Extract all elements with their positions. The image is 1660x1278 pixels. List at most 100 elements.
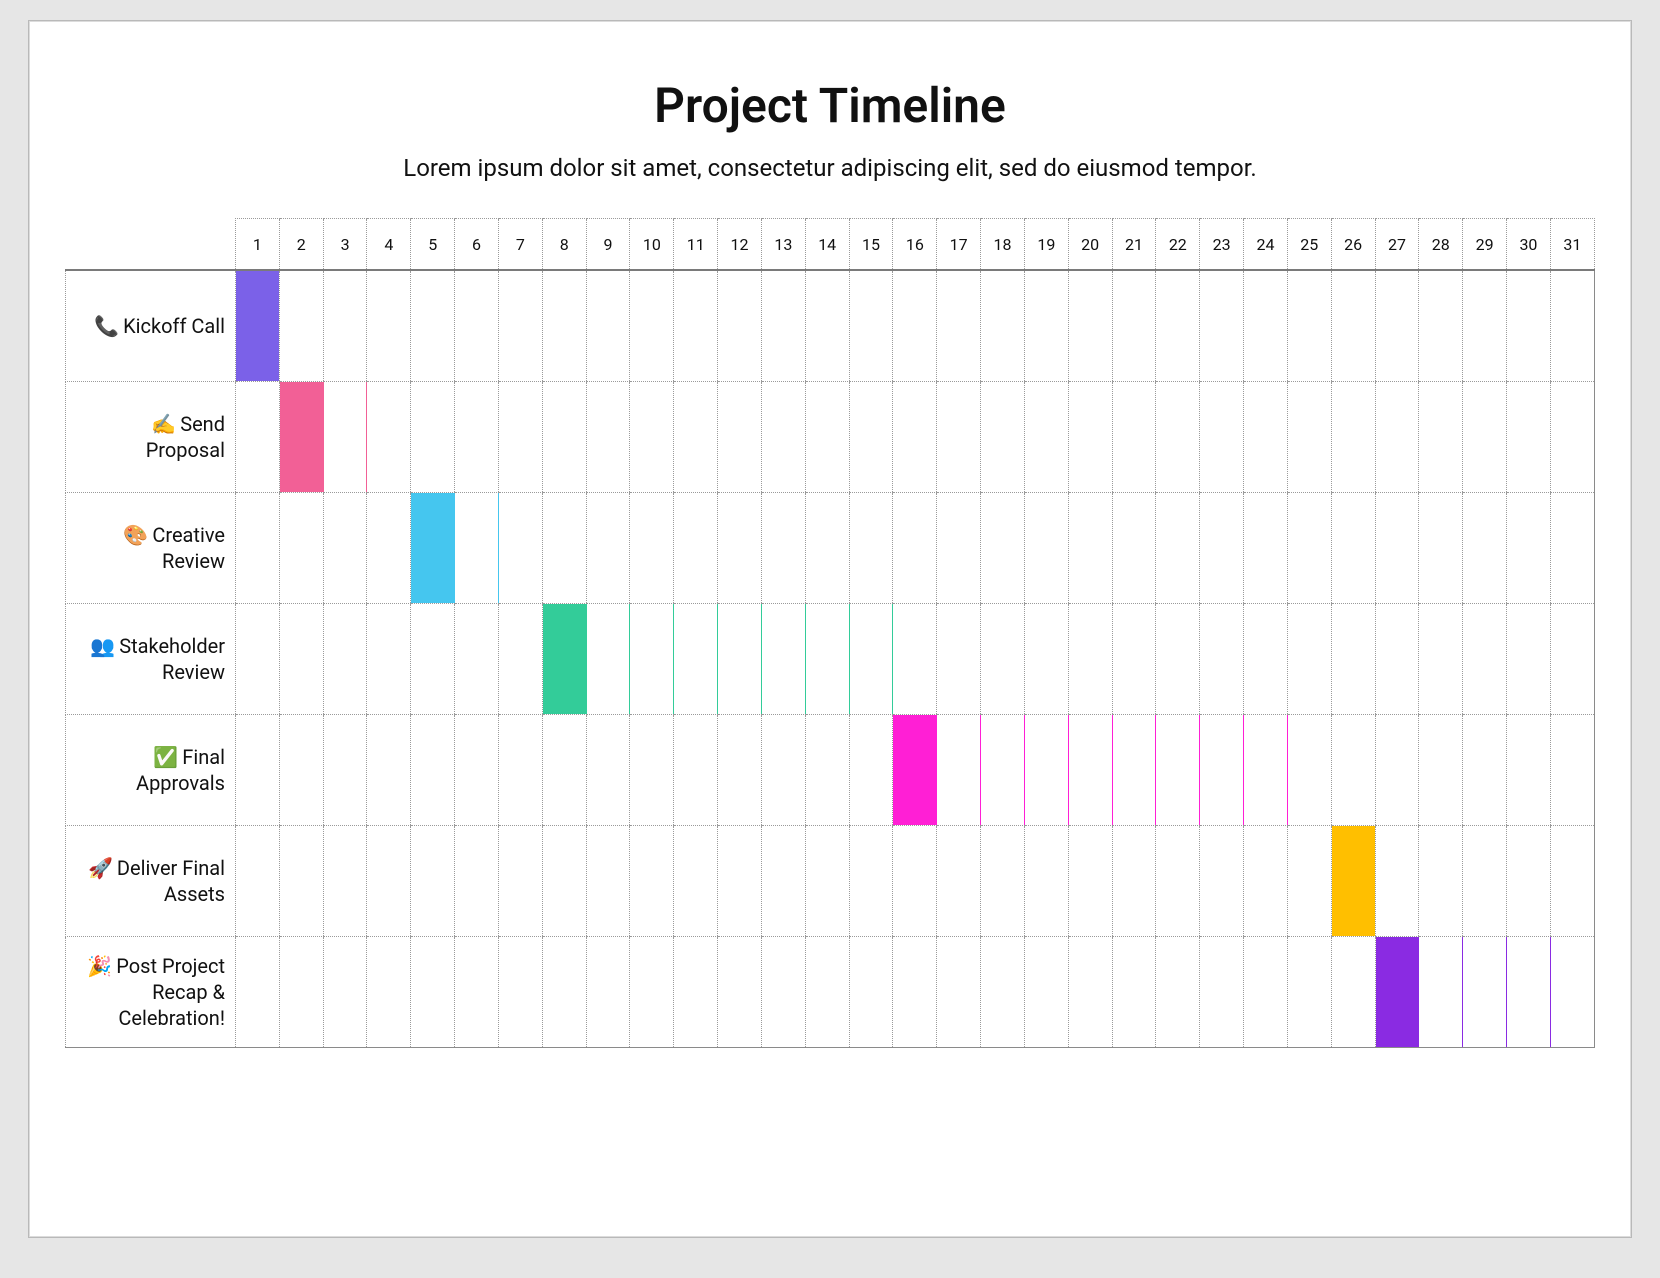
task-label-text: Post Project Recap & Celebration! (116, 954, 225, 1030)
day-header: 16 (893, 219, 937, 271)
gantt-cell (498, 604, 542, 715)
gantt-cell (323, 270, 367, 382)
day-header: 11 (674, 219, 718, 271)
gantt-cell (1419, 382, 1463, 493)
gantt-cell (1507, 826, 1551, 937)
day-header: 12 (718, 219, 762, 271)
gantt-cell (981, 937, 1025, 1048)
gantt-cell (586, 604, 630, 715)
gantt-cell (1068, 826, 1112, 937)
task-label: 👥Stakeholder Review (66, 604, 236, 715)
gantt-cell (1331, 715, 1375, 826)
gantt-bar (1376, 937, 1419, 1047)
gantt-cell (1112, 715, 1156, 826)
gantt-cell (1331, 382, 1375, 493)
gantt-cell (323, 604, 367, 715)
gantt-cell (498, 270, 542, 382)
gantt-cell (893, 715, 937, 826)
gantt-cell (236, 270, 280, 382)
gantt-cell (981, 826, 1025, 937)
day-header: 27 (1375, 219, 1419, 271)
gantt-cell (279, 270, 323, 382)
gantt-cell (761, 604, 805, 715)
gantt-cell (367, 382, 411, 493)
gantt-cell (1244, 937, 1288, 1048)
gantt-cell (455, 493, 499, 604)
gantt-cell (1419, 715, 1463, 826)
gantt-cell (1287, 270, 1331, 382)
gantt-cell (849, 715, 893, 826)
gantt-cell (542, 493, 586, 604)
gantt-cell (893, 493, 937, 604)
gantt-row: ✍️Send Proposal (66, 382, 1595, 493)
gantt-cell (1550, 382, 1594, 493)
gantt-cell (630, 937, 674, 1048)
gantt-cell (1200, 604, 1244, 715)
gantt-row: ✅Final Approvals (66, 715, 1595, 826)
gantt-cell (367, 826, 411, 937)
gantt-cell (1331, 826, 1375, 937)
gantt-cell (367, 270, 411, 382)
gantt-cell (542, 937, 586, 1048)
gantt-cell (674, 493, 718, 604)
gantt-cell (455, 270, 499, 382)
gantt-table: 1234567891011121314151617181920212223242… (65, 218, 1595, 1048)
gantt-cell (1068, 270, 1112, 382)
gantt-cell (498, 715, 542, 826)
gantt-cell (367, 715, 411, 826)
task-emoji-icon: ✍️ (151, 412, 176, 436)
task-emoji-icon: ✅ (153, 745, 178, 769)
gantt-cell (893, 826, 937, 937)
gantt-cell (1244, 270, 1288, 382)
gantt-cell (1244, 382, 1288, 493)
gantt-cell (279, 604, 323, 715)
task-emoji-icon: 🎉 (87, 954, 112, 978)
gantt-cell (674, 382, 718, 493)
gantt-cell (1375, 270, 1419, 382)
task-label: 🎉Post Project Recap & Celebration! (66, 937, 236, 1048)
gantt-cell (586, 937, 630, 1048)
gantt-cell (411, 270, 455, 382)
gantt-cell (1112, 382, 1156, 493)
gantt-cell (630, 826, 674, 937)
gantt-cell (1550, 826, 1594, 937)
gantt-cell (1200, 382, 1244, 493)
gantt-bar (893, 715, 936, 825)
gantt-cell (674, 715, 718, 826)
day-header: 30 (1507, 219, 1551, 271)
gantt-cell (323, 715, 367, 826)
gantt-bar (280, 382, 323, 492)
gantt-cell (849, 493, 893, 604)
gantt-cell (455, 604, 499, 715)
task-emoji-icon: 📞 (94, 314, 119, 338)
gantt-cell (1331, 604, 1375, 715)
gantt-cell (1068, 715, 1112, 826)
gantt-bar-fill (1332, 826, 1375, 936)
gantt-cell (805, 270, 849, 382)
day-header: 2 (279, 219, 323, 271)
gantt-cell (1068, 937, 1112, 1048)
gantt-cell (937, 715, 981, 826)
gantt-cell (1024, 826, 1068, 937)
gantt-cell (1287, 493, 1331, 604)
gantt-cell (1024, 493, 1068, 604)
gantt-cell (981, 382, 1025, 493)
gantt-cell (1419, 604, 1463, 715)
gantt-cell (1331, 937, 1375, 1048)
day-header: 5 (411, 219, 455, 271)
gantt-cell (1463, 270, 1507, 382)
day-header: 17 (937, 219, 981, 271)
gantt-cell (937, 270, 981, 382)
gantt-cell (674, 270, 718, 382)
gantt-cell (1287, 382, 1331, 493)
gantt-cell (1507, 937, 1551, 1048)
gantt-cell (586, 493, 630, 604)
gantt-cell (1507, 493, 1551, 604)
gantt-cell (411, 382, 455, 493)
gantt-cell (674, 937, 718, 1048)
day-header: 10 (630, 219, 674, 271)
gantt-cell (1550, 715, 1594, 826)
gantt-row: 👥Stakeholder Review (66, 604, 1595, 715)
day-header: 23 (1200, 219, 1244, 271)
gantt-cell (718, 937, 762, 1048)
